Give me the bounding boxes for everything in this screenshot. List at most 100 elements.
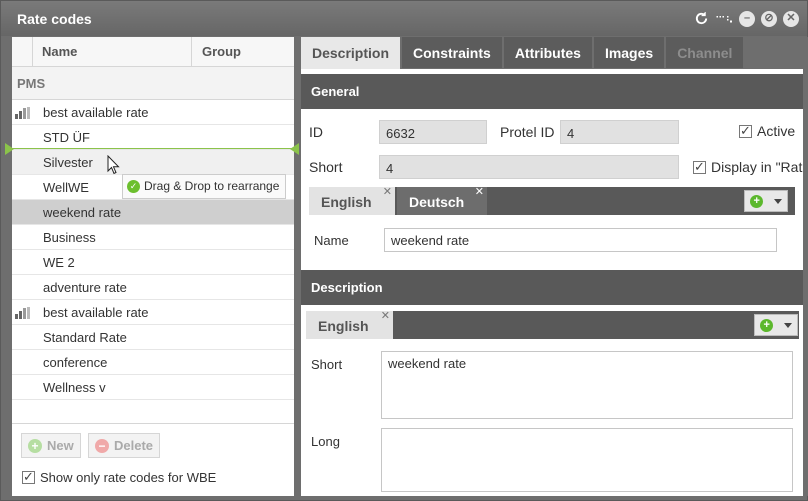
description-tab-english[interactable]: English ✕ xyxy=(306,309,393,339)
list-item[interactable]: Business xyxy=(12,225,294,250)
tab-attributes[interactable]: Attributes xyxy=(503,37,592,68)
list-item-name: best available rate xyxy=(43,105,149,120)
active-label: Active xyxy=(757,123,796,139)
grid-header: Name Group xyxy=(12,37,294,67)
protel-id-field: 4 xyxy=(560,120,679,144)
add-description-language-button[interactable]: + xyxy=(754,314,798,336)
name-field[interactable]: weekend rate xyxy=(384,228,777,252)
checkmark-icon: ✓ xyxy=(127,180,140,193)
list-item[interactable]: conference xyxy=(12,350,294,375)
tab-images[interactable]: Images xyxy=(593,37,665,68)
wbe-filter[interactable]: Show only rate codes for WBE xyxy=(22,469,217,485)
name-tab-deutsch[interactable]: Deutsch ✕ xyxy=(397,185,487,215)
description-long-textarea[interactable] xyxy=(381,428,793,492)
column-header-group[interactable]: Group xyxy=(192,37,294,66)
description-long-label: Long xyxy=(311,434,340,449)
description-language-bar: English ✕ + xyxy=(306,309,799,339)
list-item-name: Business xyxy=(43,230,96,245)
rate-code-detail-panel: Description Constraints Attributes Image… xyxy=(301,37,803,496)
list-item[interactable]: best available rate xyxy=(12,300,294,325)
refresh-icon[interactable] xyxy=(693,10,710,27)
list-item-name: best available rate xyxy=(43,305,149,320)
display-checkbox[interactable] xyxy=(693,159,706,175)
add-icon: + xyxy=(760,318,774,332)
wbe-label: Show only rate codes for WBE xyxy=(40,470,217,485)
rate-codes-window: Rate codes – ⊘ ✕ Name Group PMS best ava… xyxy=(0,0,808,501)
display-toggle[interactable]: Display in "Rat xyxy=(693,159,802,175)
detail-tabs: Description Constraints Attributes Image… xyxy=(301,37,803,69)
active-checkbox[interactable] xyxy=(739,123,752,139)
tooltip-text: Drag & Drop to rearrange xyxy=(144,179,280,193)
wbe-checkbox[interactable] xyxy=(22,469,35,485)
close-icon[interactable]: ✕ xyxy=(383,185,392,198)
add-icon: + xyxy=(750,194,764,208)
list-footer: + New − Delete Show only rate codes for … xyxy=(12,423,294,496)
general-section-header: General xyxy=(301,74,803,109)
list-item-name: Standard Rate xyxy=(43,330,127,345)
list-item[interactable]: STD ÜF xyxy=(12,125,294,150)
list-item-name: Silvester xyxy=(43,155,93,170)
short-label: Short xyxy=(309,159,343,175)
list-item-name: WE 2 xyxy=(43,255,75,270)
column-header-name[interactable]: Name xyxy=(33,37,192,66)
list-item[interactable]: weekend rate xyxy=(12,200,294,225)
list-item-name: STD ÜF xyxy=(43,130,90,145)
new-button[interactable]: + New xyxy=(21,433,81,458)
short-field[interactable]: 4 xyxy=(379,155,679,179)
drop-indicator-line xyxy=(12,148,294,149)
chevron-down-icon xyxy=(783,322,792,328)
grid-header-icon-column xyxy=(12,37,33,66)
drag-drop-tooltip: ✓ Drag & Drop to rearrange xyxy=(122,174,286,199)
description-short-label: Short xyxy=(311,357,343,372)
display-label: Display in "Rat xyxy=(711,159,803,175)
description-section-header: Description xyxy=(301,270,803,305)
tab-channel: Channel xyxy=(666,37,744,68)
list-item[interactable]: adventure rate xyxy=(12,275,294,300)
minus-icon: − xyxy=(95,438,109,453)
bar-chart-icon xyxy=(15,307,30,319)
tree-layout-icon[interactable] xyxy=(716,10,733,27)
new-button-label: New xyxy=(47,438,74,453)
list-item-name: adventure rate xyxy=(43,280,127,295)
id-label: ID xyxy=(309,124,323,140)
list-item-name: Wellness v xyxy=(43,380,106,395)
list-item[interactable]: Wellness v xyxy=(12,375,294,400)
name-language-bar: English ✕ Deutsch ✕ + xyxy=(309,185,795,215)
close-icon[interactable]: ✕ xyxy=(783,10,799,27)
window-title: Rate codes xyxy=(17,11,92,27)
protel-id-label: Protel ID xyxy=(500,124,555,140)
list-item[interactable]: Standard Rate xyxy=(12,325,294,350)
list-item-name: conference xyxy=(43,355,108,370)
drop-indicator-right-arrow xyxy=(290,143,299,155)
chevron-down-icon xyxy=(773,198,782,204)
list-item[interactable]: Silvester xyxy=(12,150,294,175)
name-tab-deutsch-label: Deutsch xyxy=(409,194,465,210)
title-bar-controls: – ⊘ ✕ xyxy=(693,10,799,27)
name-tab-english[interactable]: English ✕ xyxy=(309,185,395,215)
minimize-icon[interactable]: – xyxy=(739,10,755,27)
group-header-pms[interactable]: PMS xyxy=(12,67,294,100)
description-short-textarea[interactable]: weekend rate xyxy=(381,351,793,419)
id-field: 6632 xyxy=(379,120,487,144)
tab-description[interactable]: Description xyxy=(301,37,401,69)
list-item[interactable]: best available rate xyxy=(12,100,294,125)
name-label: Name xyxy=(314,233,349,248)
description-tab-english-label: English xyxy=(318,318,369,334)
rate-code-rows: best available rate STD ÜF Silvester WellWE… xyxy=(12,100,294,400)
drop-indicator-left-arrow xyxy=(5,143,14,155)
close-icon[interactable]: ✕ xyxy=(475,185,484,198)
close-icon[interactable]: ✕ xyxy=(381,309,390,322)
tab-constraints[interactable]: Constraints xyxy=(402,37,502,68)
add-language-button[interactable]: + xyxy=(744,190,788,212)
bar-chart-icon xyxy=(15,107,30,119)
delete-button[interactable]: − Delete xyxy=(88,433,161,458)
name-tab-english-label: English xyxy=(321,194,372,210)
list-item[interactable]: WE 2 xyxy=(12,250,294,275)
active-toggle[interactable]: Active xyxy=(739,123,795,139)
list-item-name: weekend rate xyxy=(43,205,122,220)
right-edge-bar xyxy=(803,37,808,496)
plus-icon: + xyxy=(28,438,42,453)
list-item-name: WellWE xyxy=(43,180,89,195)
maximize-icon[interactable]: ⊘ xyxy=(761,10,777,27)
mouse-cursor-icon xyxy=(107,154,121,178)
